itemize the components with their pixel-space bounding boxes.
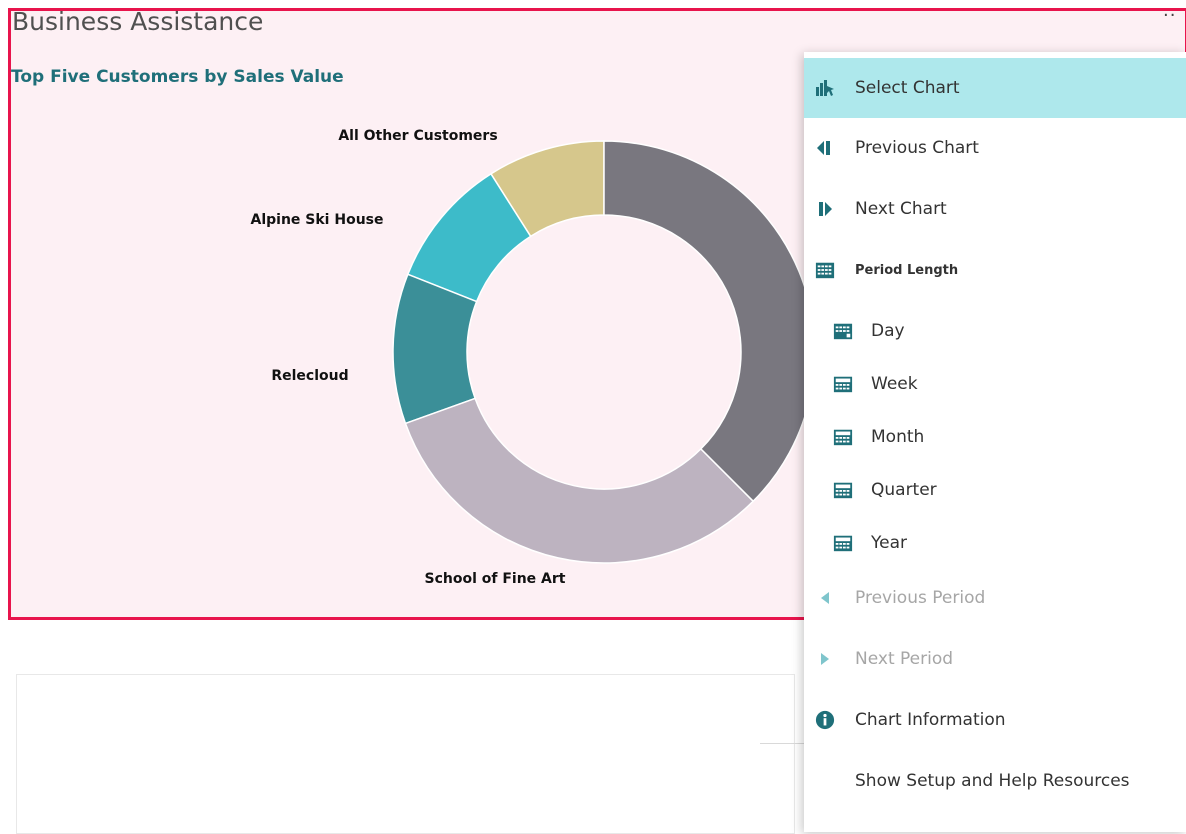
calendar-week-icon — [833, 374, 853, 394]
menu-item-period-length: Period Length — [804, 240, 1186, 300]
menu-item-label: Day — [871, 321, 905, 341]
previous-chart-icon — [815, 138, 835, 158]
menu-item-label: Chart Information — [855, 710, 1006, 730]
chart-actions-menu: Select Chart Previous Chart Next Chart P… — [804, 52, 1186, 832]
donut-slice-unlabeled-customer[interactable] — [603, 140, 816, 503]
calendar-day-icon — [833, 321, 853, 341]
menu-item-label: Period Length — [855, 262, 959, 278]
menu-item-label: Select Chart — [855, 78, 960, 98]
menu-item-next-chart[interactable]: Next Chart — [804, 179, 1186, 239]
calendar-quarter-icon — [833, 480, 853, 500]
menu-item-label: Quarter — [871, 480, 937, 500]
menu-item-quarter[interactable]: Quarter — [804, 460, 1186, 520]
calendar-month-icon — [833, 427, 853, 447]
info-icon — [815, 710, 835, 730]
menu-item-week[interactable]: Week — [804, 354, 1186, 414]
menu-item-label: Previous Period — [855, 588, 986, 608]
calendar-icon — [815, 260, 835, 280]
menu-item-label: Next Chart — [855, 199, 947, 219]
donut-slice-relecloud[interactable] — [392, 273, 478, 425]
next-chart-icon — [815, 199, 835, 219]
menu-item-show-setup-help[interactable]: Show Setup and Help Resources — [804, 751, 1186, 811]
menu-item-next-period: Next Period — [804, 629, 1186, 689]
previous-period-icon — [815, 588, 835, 608]
menu-item-chart-information[interactable]: Chart Information — [804, 690, 1186, 750]
divider — [760, 743, 808, 744]
menu-item-label: Previous Chart — [855, 138, 979, 158]
menu-item-day[interactable]: Day — [804, 301, 1186, 361]
next-period-icon — [815, 649, 835, 669]
slice-label: School of Fine Art — [425, 571, 566, 587]
menu-item-month[interactable]: Month — [804, 407, 1186, 467]
menu-item-select-chart[interactable]: Select Chart — [804, 58, 1186, 118]
calendar-year-icon — [833, 533, 853, 553]
slice-label: All Other Customers — [338, 128, 497, 144]
menu-item-label: Next Period — [855, 649, 954, 669]
menu-item-previous-chart[interactable]: Previous Chart — [804, 118, 1186, 178]
lower-card — [16, 674, 795, 834]
select-chart-icon — [815, 78, 835, 98]
slice-label: Alpine Ski House — [251, 212, 384, 228]
menu-item-label: Year — [871, 533, 907, 553]
menu-item-label: Show Setup and Help Resources — [855, 771, 1130, 791]
menu-item-label: Week — [871, 374, 918, 394]
menu-item-previous-period: Previous Period — [804, 568, 1186, 628]
slice-label: Relecloud — [271, 368, 348, 384]
menu-item-year[interactable]: Year — [804, 513, 1186, 573]
donut-slice-school-of-fine-art[interactable] — [404, 397, 755, 564]
menu-item-label: Month — [871, 427, 925, 447]
